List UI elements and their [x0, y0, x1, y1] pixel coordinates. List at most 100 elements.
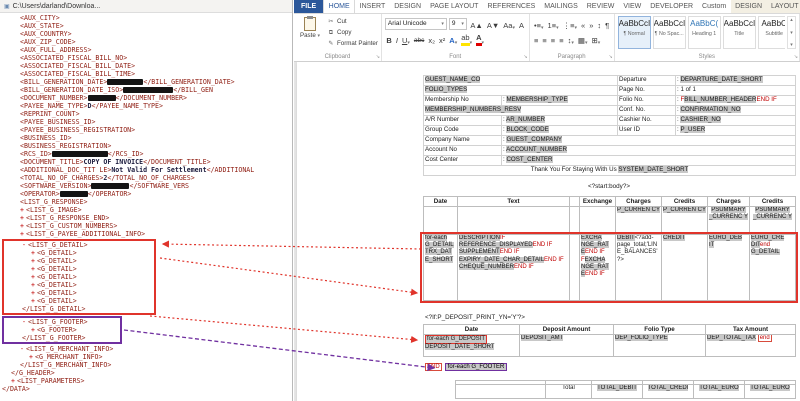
- line-spacing-button[interactable]: ↕ ▾: [566, 34, 575, 46]
- superscript-button[interactable]: x²: [438, 34, 447, 46]
- template-field[interactable]: TOTAL_EURO: [699, 385, 739, 391]
- text-run: Company Name: [425, 136, 470, 144]
- table-cell: : AR_NUMBER: [500, 115, 619, 126]
- shrink-font-button[interactable]: A▼: [485, 19, 500, 31]
- change-case-button[interactable]: Aa ▾: [502, 19, 517, 31]
- style-card-title[interactable]: AaBbCcI Title: [722, 16, 756, 49]
- chevron-down-icon: ▾: [441, 20, 444, 27]
- ribbon-tab-home[interactable]: HOME: [323, 0, 356, 13]
- shading-button[interactable]: ▦ ▾: [576, 34, 589, 46]
- scroll-down-icon[interactable]: ▾: [788, 30, 795, 36]
- font-size-select[interactable]: 9 ▾: [448, 17, 467, 30]
- align-left-button[interactable]: ≡: [533, 34, 540, 46]
- style-card-no-spac[interactable]: AaBbCcI ¶ No Spac...: [652, 16, 686, 49]
- align-right-button[interactable]: ≡: [549, 34, 556, 46]
- chevron-down-icon: ▾: [571, 40, 574, 46]
- ribbon-tab-insert[interactable]: INSERT: [355, 0, 390, 13]
- template-field[interactable]: GUEST_COMPANY: [506, 136, 563, 143]
- font-dialog-launcher-icon[interactable]: ↘: [523, 54, 527, 60]
- ribbon-tab-page-layout[interactable]: PAGE LAYOUT: [426, 0, 483, 13]
- numbering-button[interactable]: 1≡ ▾: [546, 19, 560, 31]
- copy-button[interactable]: ⧉ Copy: [327, 27, 378, 38]
- template-field[interactable]: TOTAL_CREDI: [647, 385, 689, 391]
- xml-tag: <G_DETAIL>: [37, 297, 77, 305]
- text-effects-button[interactable]: A ▾: [448, 34, 459, 46]
- show-marks-button[interactable]: ¶: [604, 19, 611, 31]
- clear-formatting-button[interactable]: A: [518, 19, 526, 31]
- ribbon-tab-design[interactable]: DESIGN: [390, 0, 426, 13]
- subscript-button[interactable]: x₂: [427, 34, 437, 46]
- ribbon-tab-custom[interactable]: Custom: [698, 0, 731, 13]
- styles-scrollbar[interactable]: ▴ ▾ ▾: [787, 16, 796, 49]
- template-field[interactable]: P_CURREN CY: [663, 207, 707, 213]
- styles-dialog-launcher-icon[interactable]: ↘: [794, 54, 798, 60]
- justify-button[interactable]: ≡: [558, 34, 565, 46]
- template-field[interactable]: FOLIO_TYPES: [425, 86, 468, 93]
- italic-button[interactable]: I: [394, 34, 399, 46]
- template-field[interactable]: TOTAL_EURO: [750, 385, 790, 391]
- template-field[interactable]: SYSTEM_DATE_SHORT: [618, 166, 689, 173]
- ribbon-tab-references[interactable]: REFERENCES: [483, 0, 540, 13]
- cut-button[interactable]: ✂ Cut: [327, 16, 378, 27]
- bullets-button[interactable]: •≡ ▾: [533, 19, 546, 31]
- template-field[interactable]: DEP_TOTAL_TAX: [707, 335, 757, 341]
- template-field[interactable]: DEPOSIT_AMT: [521, 335, 564, 341]
- paste-button[interactable]: Paste ▾: [297, 16, 323, 49]
- align-center-button[interactable]: ≡: [541, 34, 548, 46]
- scroll-up-icon[interactable]: ▴: [788, 17, 795, 23]
- decrease-indent-button[interactable]: «: [580, 19, 587, 31]
- template-field[interactable]: CASHIER_NO: [680, 116, 721, 123]
- grow-font-button[interactable]: A▲: [469, 19, 484, 31]
- underline-button[interactable]: U ▾: [400, 34, 411, 46]
- table-cell: TOTAL_DEBIT: [591, 384, 643, 399]
- ribbon-tab-file[interactable]: FILE: [294, 0, 324, 13]
- multilevel-list-button[interactable]: ⋮≡ ▾: [561, 19, 578, 31]
- style-card-normal[interactable]: AaBbCcI ¶ Normal: [617, 16, 651, 49]
- template-field[interactable]: MEMBERSHIP_TYPE: [506, 96, 568, 103]
- ribbon-tab-design[interactable]: DESIGN: [730, 0, 767, 13]
- template-field[interactable]: MEMBERSHIP_NUMBERS_RESV: [425, 106, 522, 113]
- document-page[interactable]: GUEST_NAME_CO Departure: DEPARTURE_DATE_S…: [297, 62, 800, 401]
- font-color-button[interactable]: A ▾: [475, 33, 486, 46]
- template-field[interactable]: DEP_FOLIO_TYPE: [615, 335, 668, 341]
- template-field[interactable]: ACCOUNT_NUMBER: [506, 146, 567, 153]
- gallery-more-icon[interactable]: ▾: [788, 42, 795, 48]
- template-field[interactable]: P_CURREN CY: [617, 207, 661, 213]
- xml-line: - <LIST_G_FOOTER>: [4, 318, 120, 326]
- ribbon-tab-layout[interactable]: LAYOUT: [766, 0, 800, 13]
- template-field[interactable]: TOTAL_DEBIT: [597, 385, 637, 391]
- template-field[interactable]: BILL_NUMBER_HEADER: [684, 96, 757, 103]
- template-field[interactable]: COST_CENTER: [506, 156, 553, 163]
- template-field[interactable]: AR_NUMBER: [506, 116, 545, 123]
- highlight-button[interactable]: ab ▾: [460, 33, 474, 46]
- template-field[interactable]: for-each G_DEPOSIT: [425, 335, 488, 345]
- format-painter-button[interactable]: ✎ Format Painter: [327, 38, 378, 49]
- ribbon-tab-mailings[interactable]: MAILINGS: [540, 0, 582, 13]
- ribbon-tab-view[interactable]: VIEW: [619, 0, 646, 13]
- xml-line: - <LIST_G_MERCHANT_INFO>: [2, 345, 292, 353]
- template-field[interactable]: P_USER: [680, 126, 706, 133]
- template-field[interactable]: DEPARTURE_DATE_SHORT: [680, 76, 763, 83]
- increase-indent-button[interactable]: »: [588, 19, 595, 31]
- template-field[interactable]: for-each G_FOOTER: [444, 363, 508, 371]
- template-field[interactable]: GUEST_NAME_CO: [425, 76, 481, 83]
- bold-button[interactable]: B: [385, 34, 393, 46]
- sort-button[interactable]: ↕: [596, 19, 603, 31]
- template-field[interactable]: PSUMMARY _CURRENC Y: [753, 207, 792, 221]
- template-field[interactable]: PSUMMARY _CURRENC Y: [709, 207, 748, 221]
- text-run: Folio Type: [644, 325, 675, 333]
- font-name-select[interactable]: Arial Unicode ▾: [384, 17, 447, 30]
- borders-button[interactable]: ⊞ ▾: [590, 34, 602, 46]
- clipboard-dialog-launcher-icon[interactable]: ↘: [376, 54, 380, 60]
- xml-lines-top: <AUX_CITY> <AUX_STATE> <AUX_COUNTRY> <AUX_Z…: [2, 14, 292, 238]
- ribbon-tab-developer[interactable]: DEVELOPER: [646, 0, 698, 13]
- template-field[interactable]: DEPOSIT_DATE_SHORT: [425, 344, 495, 351]
- chevron-down-icon: ▾: [461, 20, 464, 27]
- style-card-heading-1[interactable]: AaBbC(Heading 1: [687, 16, 721, 49]
- template-field[interactable]: BLOCK_CODE: [506, 126, 549, 133]
- style-card-subtitle[interactable]: AaBbC Subtitle: [757, 16, 785, 49]
- template-field[interactable]: CONFIRMATION_NO: [680, 106, 741, 113]
- ribbon-tab-review[interactable]: REVIEW: [582, 0, 619, 13]
- paragraph-dialog-launcher-icon[interactable]: ↘: [608, 54, 612, 60]
- strikethrough-button[interactable]: abc: [412, 34, 425, 46]
